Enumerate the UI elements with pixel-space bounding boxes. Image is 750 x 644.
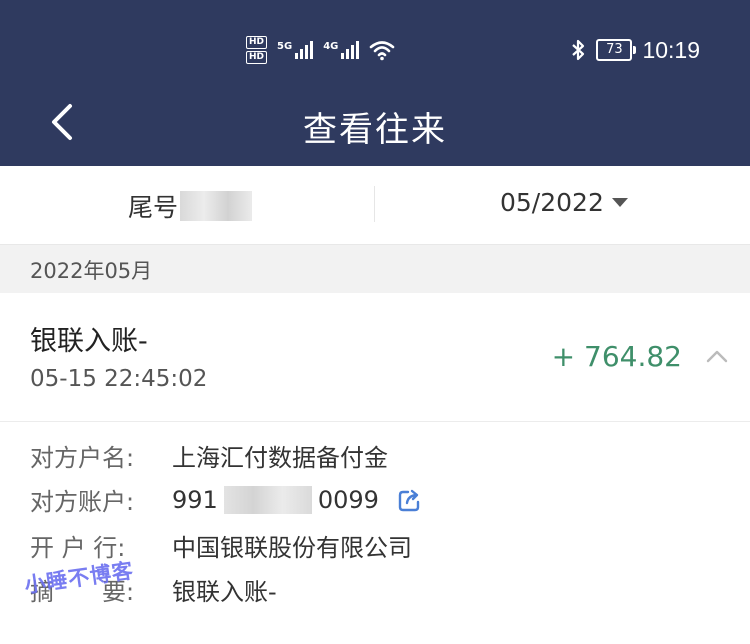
bluetooth-icon bbox=[572, 39, 585, 61]
tail-label: 尾号 bbox=[128, 193, 179, 222]
app-header: HD HD 5G 4G 73 10:19 查看往来 bbox=[0, 0, 750, 166]
network-indicators: HD HD 5G 4G bbox=[246, 36, 395, 64]
account-suffix: 0099 bbox=[317, 485, 379, 514]
transaction-time: 05-15 22:45:02 bbox=[30, 366, 208, 392]
counterparty-name-value: 上海汇付数据备付金 bbox=[172, 444, 388, 472]
month-section-label: 2022年05月 bbox=[30, 259, 153, 283]
month-dropdown[interactable]: 05/2022 bbox=[500, 188, 628, 217]
battery-icon: 73 bbox=[596, 39, 637, 61]
month-value: 05/2022 bbox=[500, 188, 604, 217]
month-section-header: 2022年05月 bbox=[0, 244, 750, 294]
transaction-details: 对方户名: 上海汇付数据备付金 对方账户: 991 0099 开 户 行: 中国… bbox=[0, 422, 750, 644]
page-title: 查看往来 bbox=[303, 110, 447, 150]
hd-voice-icons: HD HD bbox=[246, 36, 268, 64]
filter-divider bbox=[374, 186, 375, 222]
clock: 10:19 bbox=[642, 36, 700, 63]
bank-value: 中国银联股份有限公司 bbox=[172, 534, 412, 562]
hd-icon: HD bbox=[246, 51, 268, 64]
memo-value: 银联入账- bbox=[172, 578, 277, 606]
account-tail-selector[interactable]: 尾号 bbox=[128, 188, 253, 224]
status-right: 73 10:19 bbox=[570, 34, 700, 66]
filter-bar: 尾号 05/2022 bbox=[0, 166, 750, 244]
wifi-icon bbox=[370, 41, 395, 61]
status-bar: HD HD 5G 4G 73 10:19 bbox=[0, 30, 750, 70]
detail-row-bank: 开 户 行: 中国银联股份有限公司 bbox=[30, 528, 412, 563]
nav-bar: 查看往来 bbox=[0, 90, 750, 160]
counterparty-name-label: 对方户名: bbox=[30, 444, 135, 472]
transaction-amount: + 764.82 bbox=[551, 340, 682, 373]
transaction-row[interactable]: 银联入账- 05-15 22:45:02 + 764.82 bbox=[0, 293, 750, 422]
masked-account-digits bbox=[223, 485, 312, 514]
signal-5g-icon: 5G bbox=[277, 41, 314, 59]
caret-down-icon bbox=[611, 198, 628, 207]
account-prefix: 991 bbox=[172, 485, 218, 514]
share-icon[interactable] bbox=[395, 485, 425, 515]
counterparty-account-label: 对方账户: bbox=[30, 488, 135, 516]
transaction-title: 银联入账- bbox=[30, 326, 148, 357]
detail-row-account: 对方账户: 991 0099 bbox=[30, 482, 425, 517]
chevron-up-icon[interactable] bbox=[706, 346, 728, 368]
counterparty-account-value: 991 0099 bbox=[172, 485, 425, 515]
signal-4g-icon: 4G bbox=[323, 41, 360, 59]
masked-tail-number bbox=[180, 191, 253, 221]
hd-icon: HD bbox=[246, 36, 268, 49]
detail-row-name: 对方户名: 上海汇付数据备付金 bbox=[30, 438, 388, 473]
